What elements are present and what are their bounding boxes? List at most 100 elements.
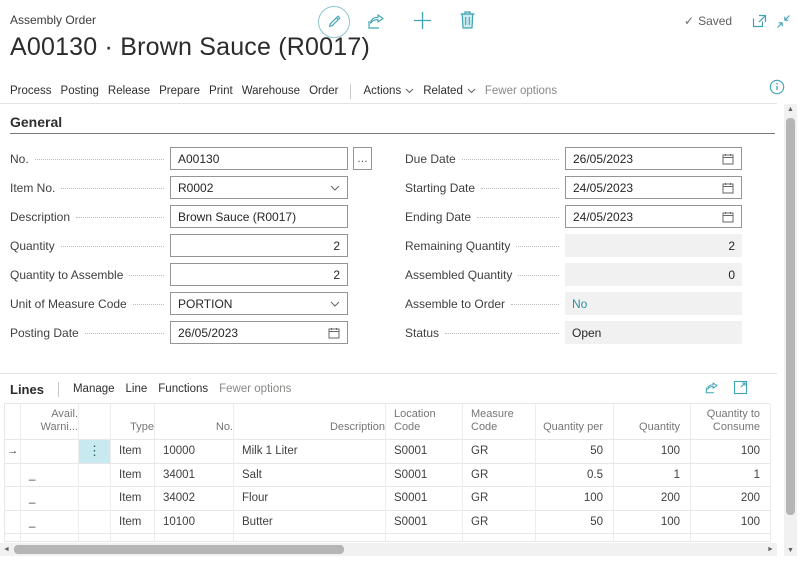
quantity-per-cell[interactable]: 0.5 xyxy=(536,464,614,488)
lines-menu-manage[interactable]: Manage xyxy=(73,383,115,395)
menu-print[interactable]: Print xyxy=(209,85,233,97)
row-indicator-cell xyxy=(5,511,21,535)
posting-date-field[interactable]: 26/05/2023 xyxy=(170,321,348,344)
description-cell[interactable]: Milk 1 Liter xyxy=(234,440,386,464)
location-code-cell[interactable]: S0001 xyxy=(386,511,463,535)
header-location-code[interactable]: Location Code xyxy=(386,404,463,440)
description-cell[interactable]: Flour xyxy=(234,487,386,511)
quantity-per-cell[interactable]: 100 xyxy=(536,487,614,511)
type-cell[interactable]: Item xyxy=(111,511,155,535)
menu-posting[interactable]: Posting xyxy=(61,85,99,97)
uom-code-cell[interactable]: GR xyxy=(463,464,536,488)
quantity-to-consume-cell[interactable]: 200 xyxy=(691,487,771,511)
chevron-down-icon xyxy=(467,88,476,94)
menu-fewer-options[interactable]: Fewer options xyxy=(485,85,557,97)
uom-code-cell[interactable]: GR xyxy=(463,440,536,464)
quantity-cell[interactable]: 200 xyxy=(614,487,691,511)
description-cell[interactable]: Salt xyxy=(234,464,386,488)
avail-warning-cell[interactable]: _ xyxy=(21,511,79,535)
quantity-label: Quantity xyxy=(10,239,170,253)
quantity-cell[interactable]: 100 xyxy=(614,440,691,464)
uom-code-cell[interactable]: GR xyxy=(463,487,536,511)
open-in-new-window-button[interactable] xyxy=(751,13,768,29)
no-cell[interactable]: 10100 xyxy=(155,511,234,535)
quantity-to-consume-cell[interactable]: 100 xyxy=(691,440,771,464)
lines-menu-fewer-options[interactable]: Fewer options xyxy=(219,383,291,395)
calendar-icon xyxy=(328,327,340,339)
vertical-scrollbar-thumb[interactable] xyxy=(786,118,795,515)
assemble-to-order-value[interactable]: No xyxy=(565,292,742,315)
header-description[interactable]: Description xyxy=(234,404,386,440)
chevron-down-icon xyxy=(405,88,414,94)
quantity-field[interactable]: 2 xyxy=(170,234,348,257)
menu-process[interactable]: Process xyxy=(10,85,52,97)
scroll-up-arrow-icon[interactable]: ▲ xyxy=(787,106,794,113)
location-code-cell[interactable]: S0001 xyxy=(386,464,463,488)
quantity-to-consume-cell[interactable]: 1 xyxy=(691,464,771,488)
share-button[interactable] xyxy=(366,11,387,31)
collapse-view-button[interactable] xyxy=(776,14,791,29)
header-quantity-to-consume[interactable]: Quantity toConsume xyxy=(691,404,771,440)
menu-order[interactable]: Order xyxy=(309,85,338,97)
menu-divider xyxy=(350,84,351,99)
avail-warning-cell[interactable]: _ xyxy=(21,487,79,511)
description-cell[interactable]: Butter xyxy=(234,511,386,535)
row-menu-button[interactable]: ⋮ xyxy=(79,440,111,464)
new-button[interactable] xyxy=(411,9,434,32)
check-icon: ✓ xyxy=(684,14,694,28)
no-field[interactable]: A00130 xyxy=(170,147,348,170)
delete-button[interactable] xyxy=(458,9,477,31)
menu-actions[interactable]: Actions xyxy=(363,85,414,97)
unit-of-measure-field[interactable]: PORTION xyxy=(170,292,348,315)
uom-code-cell[interactable]: GR xyxy=(463,511,536,535)
menu-prepare[interactable]: Prepare xyxy=(159,85,200,97)
header-no[interactable]: No. xyxy=(155,404,234,440)
location-code-cell[interactable]: S0001 xyxy=(386,487,463,511)
starting-date-field[interactable]: 24/05/2023 xyxy=(565,176,742,199)
menu-warehouse[interactable]: Warehouse xyxy=(242,85,300,97)
assist-edit-button[interactable]: … xyxy=(353,147,372,170)
header-row-menu xyxy=(79,404,111,440)
type-cell[interactable]: Item xyxy=(111,440,155,464)
header-unit-of-measure-code[interactable]: Unit ofMeasure Code xyxy=(463,404,536,440)
lines-share-button[interactable] xyxy=(704,380,720,395)
quantity-to-consume-cell[interactable]: 100 xyxy=(691,511,771,535)
assembled-quantity-value: 0 xyxy=(565,263,742,286)
info-button[interactable] xyxy=(769,79,785,95)
quantity-cell[interactable]: 100 xyxy=(614,511,691,535)
type-cell[interactable]: Item xyxy=(111,464,155,488)
no-cell[interactable]: 34001 xyxy=(155,464,234,488)
item-no-field[interactable]: R0002 xyxy=(170,176,348,199)
menu-related[interactable]: Related xyxy=(423,85,476,97)
ending-date-field[interactable]: 24/05/2023 xyxy=(565,205,742,228)
header-avail-warning[interactable]: Avail.Warni... xyxy=(21,404,79,440)
scroll-right-arrow-icon[interactable]: ► xyxy=(767,545,774,554)
lines-open-in-new-button[interactable] xyxy=(733,380,748,395)
lines-heading[interactable]: Lines xyxy=(10,382,44,397)
calendar-icon xyxy=(722,182,734,194)
quantity-cell[interactable]: 1 xyxy=(614,464,691,488)
avail-warning-cell[interactable] xyxy=(21,440,79,464)
quantity-to-assemble-field[interactable]: 2 xyxy=(170,263,348,286)
scroll-down-arrow-icon[interactable]: ▼ xyxy=(787,547,794,554)
ending-date-label: Ending Date xyxy=(405,210,565,224)
type-cell[interactable]: Item xyxy=(111,487,155,511)
general-section-heading[interactable]: General xyxy=(10,114,62,130)
due-date-field[interactable]: 26/05/2023 xyxy=(565,147,742,170)
menu-release[interactable]: Release xyxy=(108,85,150,97)
description-field[interactable]: Brown Sauce (R0017) xyxy=(170,205,348,228)
header-quantity[interactable]: Quantity xyxy=(614,404,691,440)
quantity-per-cell[interactable]: 50 xyxy=(536,511,614,535)
lines-menu-line[interactable]: Line xyxy=(126,383,148,395)
remaining-quantity-label: Remaining Quantity xyxy=(405,239,565,253)
header-type[interactable]: Type xyxy=(111,404,155,440)
header-quantity-per[interactable]: Quantity per xyxy=(536,404,614,440)
scroll-left-arrow-icon[interactable]: ◄ xyxy=(3,545,10,554)
location-code-cell[interactable]: S0001 xyxy=(386,440,463,464)
no-cell[interactable]: 34002 xyxy=(155,487,234,511)
horizontal-scrollbar-thumb[interactable] xyxy=(14,545,344,554)
no-cell[interactable]: 10000 xyxy=(155,440,234,464)
lines-menu-functions[interactable]: Functions xyxy=(158,383,208,395)
avail-warning-cell[interactable]: _ xyxy=(21,464,79,488)
quantity-per-cell[interactable]: 50 xyxy=(536,440,614,464)
